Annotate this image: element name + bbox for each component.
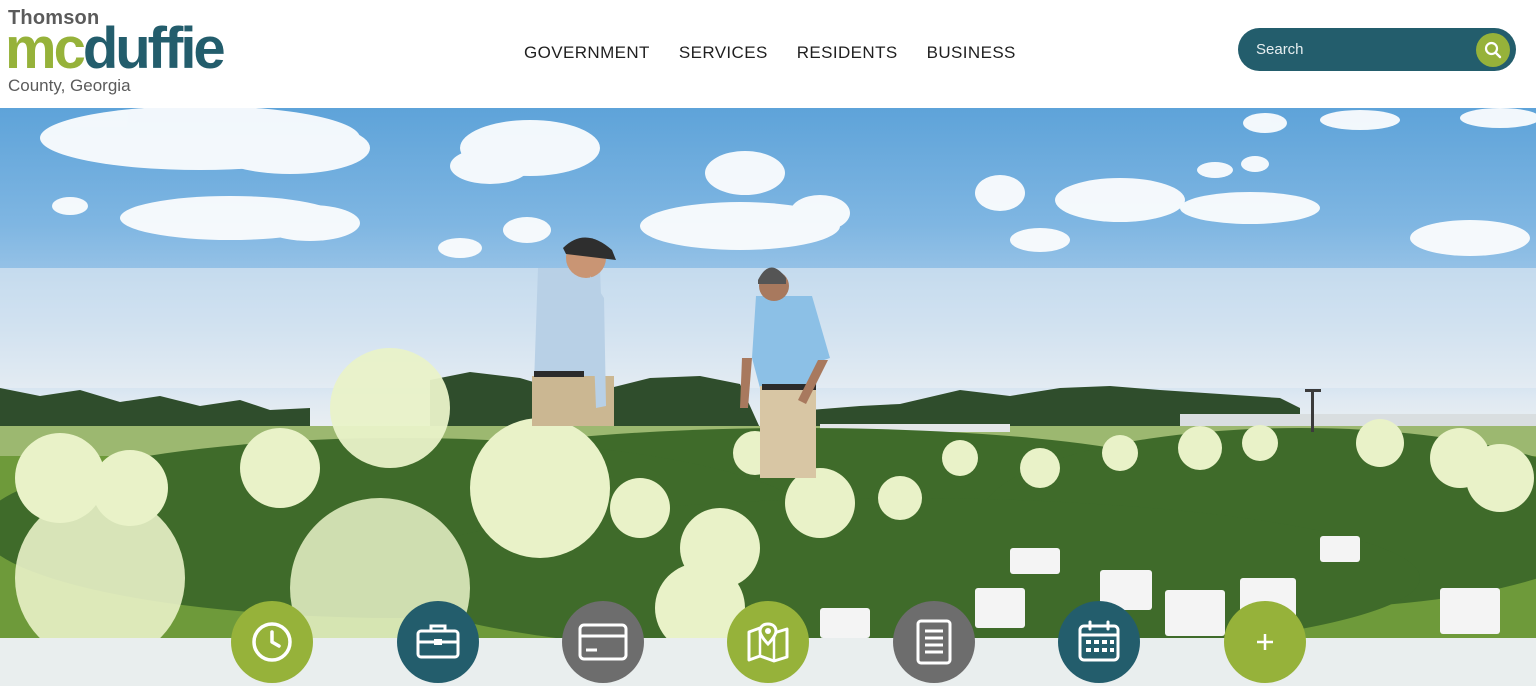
hero-photo (0, 108, 1536, 638)
quick-link-hours[interactable] (231, 601, 313, 683)
quick-link-more[interactable] (1224, 601, 1306, 683)
nav-item-government[interactable]: GOVERNMENT (524, 40, 650, 66)
briefcase-icon (416, 624, 460, 659)
search-input[interactable] (1256, 36, 1466, 63)
nav-item-services[interactable]: SERVICES (679, 40, 768, 66)
credit-card-icon (578, 623, 628, 661)
quick-link-calendar[interactable] (1058, 601, 1140, 683)
search-button[interactable] (1476, 33, 1510, 67)
search-icon (1484, 41, 1502, 59)
main-nav: GOVERNMENT SERVICES RESIDENTS BUSINESS (524, 40, 1016, 66)
quick-link-maps[interactable] (727, 601, 809, 683)
quick-link-payments[interactable] (562, 601, 644, 683)
person-left-figure (532, 237, 616, 426)
search-bar (1238, 28, 1516, 71)
logo-wordmark-duffie: duffie (82, 16, 226, 81)
quick-link-documents[interactable] (893, 601, 975, 683)
document-icon (916, 619, 952, 665)
logo-wordmark-mc: mc (5, 16, 86, 81)
clock-icon (252, 622, 292, 662)
nav-item-residents[interactable]: RESIDENTS (797, 40, 898, 66)
plus-icon (1257, 634, 1273, 650)
logo-wordmark: mcduffie (5, 20, 226, 78)
county-logo[interactable]: Thomson mcduffie County, Georgia (5, 7, 247, 97)
calendar-icon (1078, 620, 1120, 662)
nav-item-business[interactable]: BUSINESS (927, 40, 1016, 66)
logo-bottom-text: County, Georgia (8, 76, 131, 95)
hero-image (0, 108, 1536, 638)
quick-link-jobs[interactable] (397, 601, 479, 683)
map-pin-icon (747, 622, 789, 663)
